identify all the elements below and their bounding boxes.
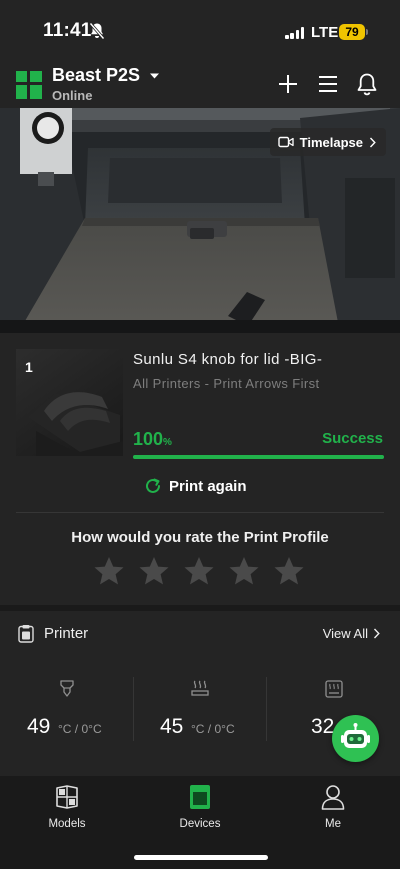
star-icon[interactable] [138, 555, 170, 587]
heatbed-temp: 45 [160, 715, 184, 738]
chevron-right-icon [369, 137, 376, 147]
timelapse-button[interactable]: Timelapse [269, 128, 386, 156]
printer-section-title: Printer [44, 625, 89, 642]
print-again-button[interactable]: Print again [144, 474, 247, 498]
star-icon[interactable] [228, 555, 260, 587]
divider [266, 677, 267, 741]
clipboard-icon [18, 625, 34, 643]
view-all-link[interactable]: View All [323, 626, 380, 641]
chevron-down-icon[interactable] [149, 72, 160, 80]
tab-label: Me [325, 818, 341, 830]
tab-devices[interactable]: Devices [160, 784, 240, 834]
chevron-right-icon [373, 628, 380, 639]
nozzle-temp: 49 [27, 715, 51, 738]
status-time: 11:41 [43, 20, 92, 41]
thumbnail-index: 1 [25, 359, 33, 375]
home-indicator[interactable] [134, 855, 268, 860]
print-again-label: Print again [169, 477, 247, 495]
battery-level: 79 [345, 25, 359, 39]
job-title: Sunlu S4 knob for lid -BIG- [133, 351, 323, 368]
person-icon [321, 785, 345, 810]
chamber-temp: 32 [311, 715, 335, 738]
rating-prompt: How would you rate the Print Profile [71, 529, 329, 546]
models-icon [56, 785, 78, 809]
battery-tip [366, 29, 368, 35]
progress-value: 100 [133, 429, 164, 449]
signal-icon [285, 26, 305, 39]
job-subtitle: All Printers - Print Arrows First [133, 376, 320, 391]
camera-view[interactable]: Timelapse [0, 108, 400, 333]
nozzle-icon [60, 680, 74, 697]
logo-icon [16, 71, 42, 99]
view-all-label: View All [322, 626, 368, 641]
robot-icon [341, 723, 370, 748]
divider [133, 677, 134, 741]
battery-icon: 79 [339, 24, 365, 40]
nozzle-temp-unit: °C / 0°C [58, 722, 102, 736]
divider [16, 512, 384, 513]
star-icon[interactable] [183, 555, 215, 587]
status-bar: 11:41 LTE 79 [0, 0, 400, 62]
menu-icon[interactable] [316, 71, 340, 97]
progress-fill [133, 455, 384, 459]
refresh-icon [146, 478, 160, 493]
tab-me[interactable]: Me [293, 784, 373, 834]
heatbed-temp-unit: °C / 0°C [191, 722, 235, 736]
network-type: LTE [311, 24, 339, 41]
assistant-bot-button[interactable] [332, 715, 379, 762]
job-status: Success [322, 430, 383, 447]
bell-slash-icon [89, 22, 105, 40]
video-camera-icon [277, 136, 294, 148]
printer-name[interactable]: Beast P2S [52, 65, 140, 86]
bell-icon[interactable] [355, 71, 379, 97]
progress-unit: % [163, 437, 172, 448]
plus-icon[interactable] [276, 71, 300, 97]
print-job-card: 1 Sunlu S4 knob for lid -BIG- All Printe… [0, 333, 400, 605]
tab-label: Models [48, 818, 86, 830]
tab-label: Devices [179, 818, 221, 830]
progress-bar [133, 455, 384, 459]
progress-percent: 100% [133, 429, 172, 450]
timelapse-label: Timelapse [299, 134, 363, 150]
printer-status: Online [52, 88, 93, 103]
job-thumbnail[interactable]: 1 [16, 349, 123, 456]
heatbed-icon [191, 680, 209, 696]
chamber-icon [325, 680, 343, 698]
star-icon[interactable] [93, 555, 125, 587]
rating-stars [93, 555, 305, 587]
devices-icon [190, 785, 210, 809]
tab-models[interactable]: Models [27, 784, 107, 834]
app-header: Beast P2S Online [0, 62, 400, 108]
star-icon[interactable] [273, 555, 305, 587]
